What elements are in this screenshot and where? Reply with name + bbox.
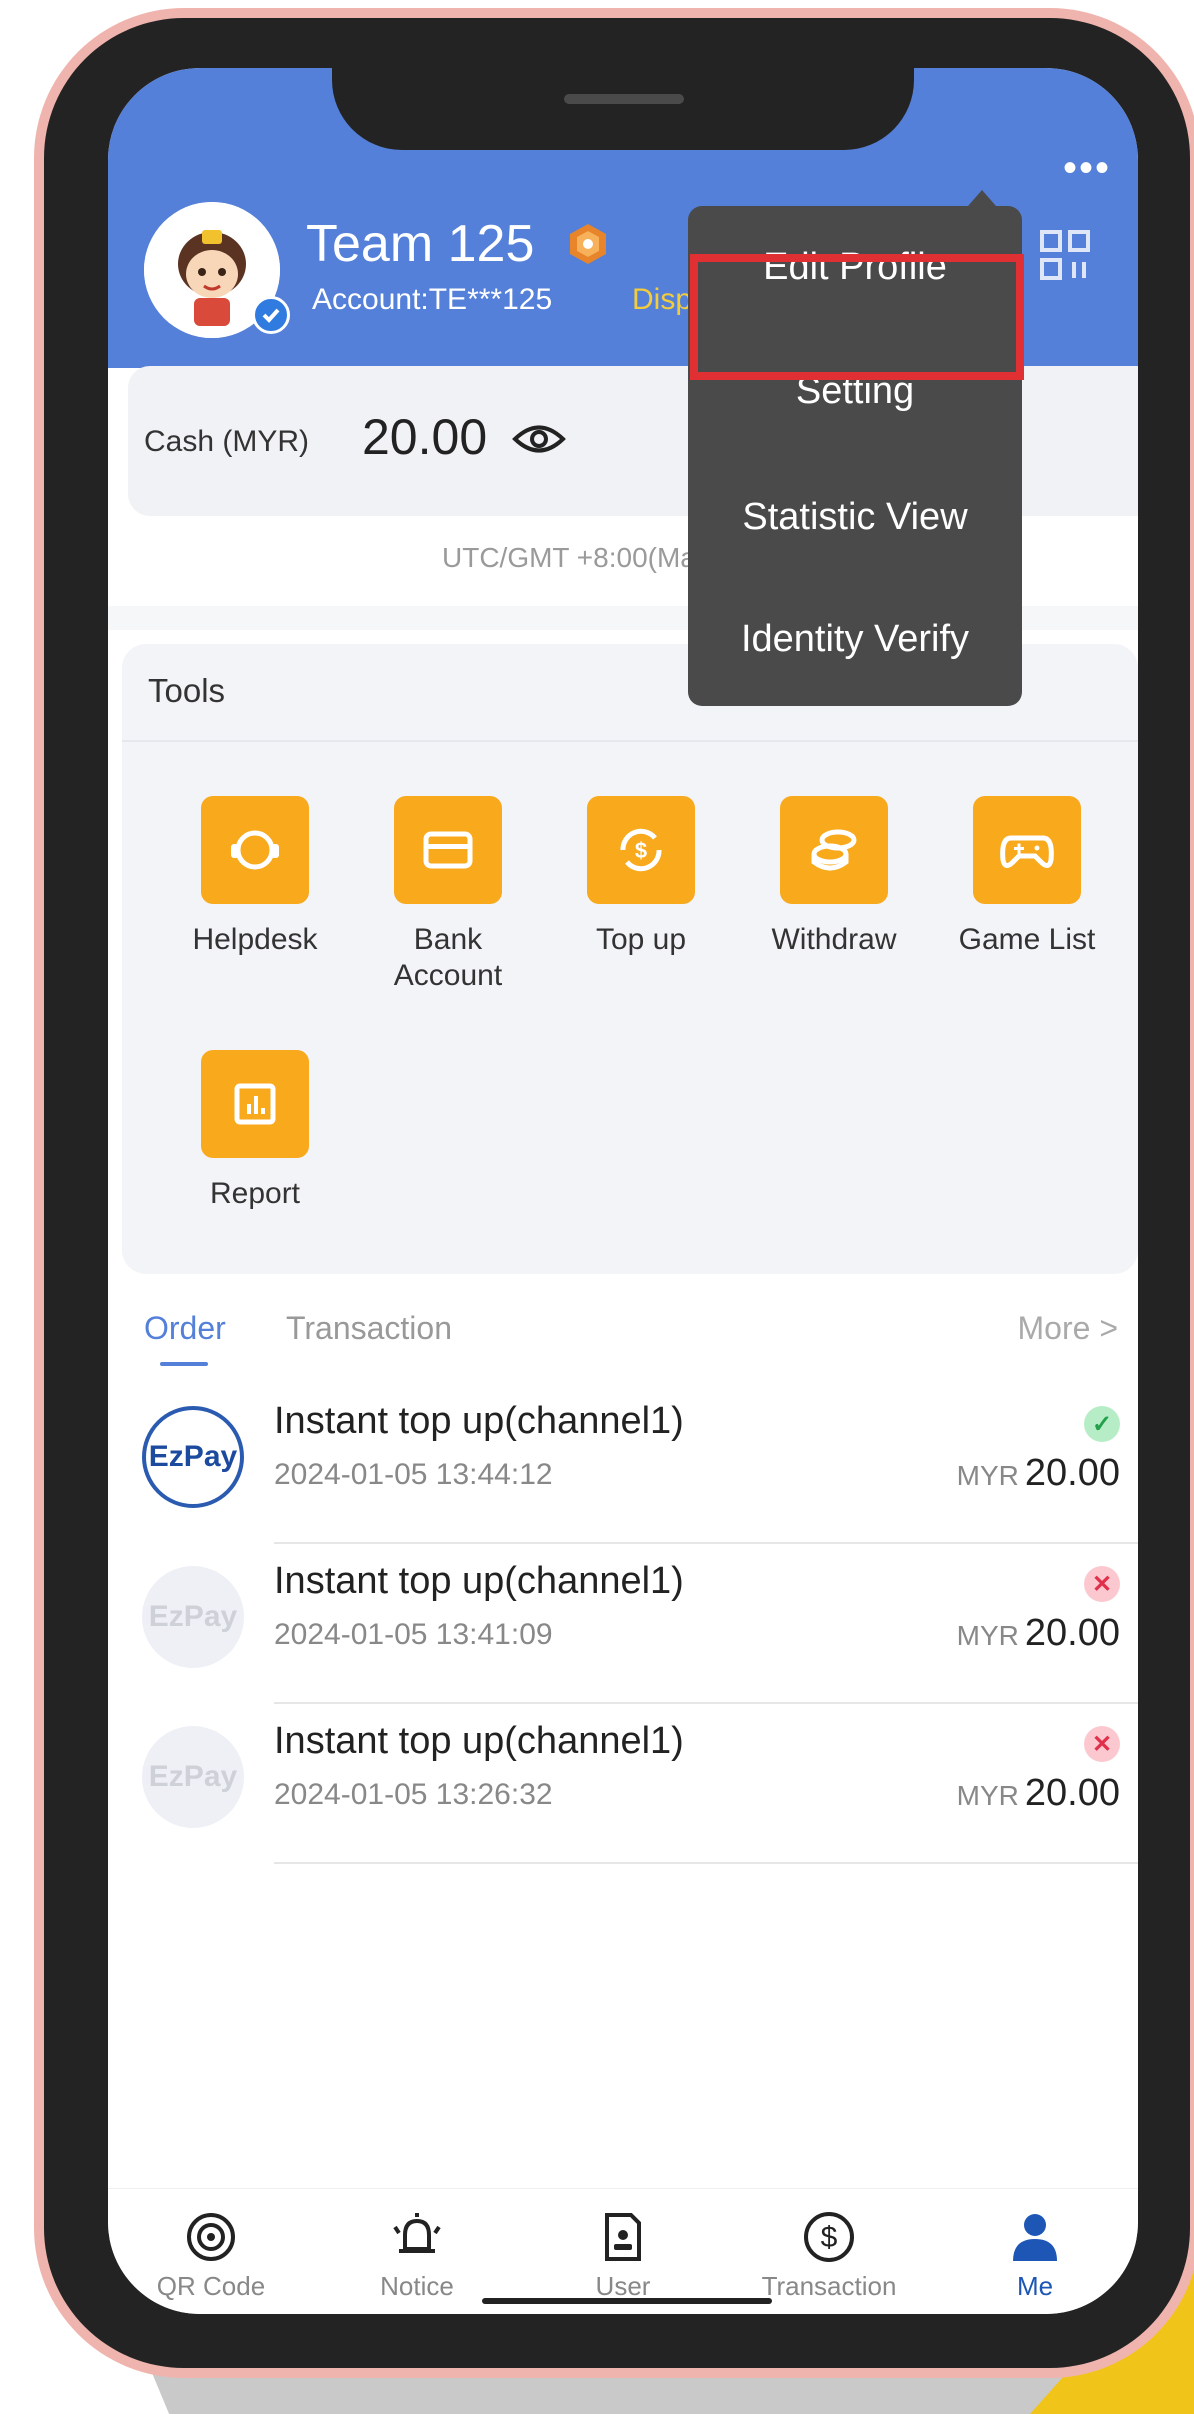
nav-transaction[interactable]: $ Transaction xyxy=(726,2209,932,2302)
account-id: Account:TE***125 xyxy=(312,283,553,316)
topup-icon: $ xyxy=(587,796,695,904)
bottom-nav: QR Code Notice User $ Transaction Me xyxy=(108,2188,1138,2314)
coins-icon xyxy=(780,796,888,904)
failed-x-icon: ✕ xyxy=(1084,1566,1120,1602)
order-currency: MYR xyxy=(956,1780,1019,1811)
verified-badge-icon xyxy=(252,296,290,334)
headset-icon xyxy=(201,796,309,904)
tool-game-list[interactable]: Game List xyxy=(932,796,1122,958)
list-item[interactable]: EzPay Instant top up(channel1) 2024-01-0… xyxy=(108,1544,1138,1704)
ezpay-logo: EzPay xyxy=(142,1406,244,1508)
user-card-icon xyxy=(595,2209,651,2265)
ezpay-logo: EzPay xyxy=(142,1726,244,1828)
order-value: 20.00 xyxy=(1024,1772,1120,1814)
tool-report[interactable]: Report xyxy=(160,1050,350,1212)
nav-user[interactable]: User xyxy=(520,2209,726,2302)
tools-title: Tools xyxy=(148,672,226,709)
menu-caret xyxy=(968,190,996,206)
highlight-box xyxy=(690,254,1024,380)
order-amount: MYR 20.00 xyxy=(957,1612,1120,1655)
tab-order[interactable]: Order xyxy=(144,1310,226,1347)
svg-text:$: $ xyxy=(635,838,647,863)
ezpay-logo: EzPay xyxy=(142,1566,244,1668)
order-amount: MYR 20.00 xyxy=(957,1452,1120,1495)
card-icon xyxy=(394,796,502,904)
nav-label: QR Code xyxy=(156,2271,266,2301)
eye-icon[interactable] xyxy=(512,422,566,456)
order-value: 20.00 xyxy=(1024,1452,1120,1494)
order-amount: MYR 20.00 xyxy=(957,1772,1120,1815)
list-item[interactable]: EzPay Instant top up(channel1) 2024-01-0… xyxy=(108,1384,1138,1544)
order-date: 2024-01-05 13:41:09 xyxy=(274,1618,553,1651)
person-icon xyxy=(1007,2209,1063,2265)
phone-notch xyxy=(332,68,914,150)
order-currency: MYR xyxy=(956,1620,1019,1651)
order-title: Instant top up(channel1) xyxy=(274,1400,684,1442)
more-link[interactable]: More > xyxy=(1018,1310,1118,1347)
tool-helpdesk[interactable]: Helpdesk xyxy=(160,796,350,958)
row-divider xyxy=(274,1862,1138,1864)
tool-label: Report xyxy=(209,1177,301,1210)
tool-withdraw[interactable]: Withdraw xyxy=(739,796,929,958)
tool-label: Top up xyxy=(595,923,687,956)
tool-label: Withdraw xyxy=(771,923,897,956)
balance-label: Cash (MYR) xyxy=(144,425,310,458)
order-tabs: Order Transaction More > xyxy=(108,1300,1138,1380)
order-date: 2024-01-05 13:44:12 xyxy=(274,1458,553,1491)
nav-me[interactable]: Me xyxy=(932,2209,1138,2302)
qr-code-icon xyxy=(183,2209,239,2265)
order-value: 20.00 xyxy=(1024,1612,1120,1654)
balance-amount: 20.00 xyxy=(362,409,488,465)
tool-label: Helpdesk xyxy=(192,923,318,956)
tool-bank-account[interactable]: Bank Account xyxy=(353,796,543,994)
order-title: Instant top up(channel1) xyxy=(274,1720,684,1762)
order-date: 2024-01-05 13:26:32 xyxy=(274,1778,553,1811)
tool-label: Bank Account xyxy=(393,923,503,992)
tab-transaction[interactable]: Transaction xyxy=(286,1310,452,1347)
failed-x-icon: ✕ xyxy=(1084,1726,1120,1762)
active-tab-indicator xyxy=(160,1362,208,1366)
qr-scan-icon[interactable] xyxy=(1038,228,1092,282)
list-item[interactable]: EzPay Instant top up(channel1) 2024-01-0… xyxy=(108,1704,1138,1864)
tool-label: Game List xyxy=(958,923,1096,956)
nav-label: Me xyxy=(1016,2271,1054,2301)
profile-name: Team 125 xyxy=(306,215,535,273)
nav-notice[interactable]: Notice xyxy=(314,2209,520,2302)
success-check-icon: ✓ xyxy=(1084,1406,1120,1442)
svg-text:$: $ xyxy=(821,2221,838,2254)
report-icon xyxy=(201,1050,309,1158)
menu-item-identity-verify[interactable]: Identity Verify xyxy=(688,578,1022,700)
level-badge-icon xyxy=(566,222,610,266)
gamepad-icon xyxy=(973,796,1081,904)
order-title: Instant top up(channel1) xyxy=(274,1560,684,1602)
tool-top-up[interactable]: $ Top up xyxy=(546,796,736,958)
menu-item-statistic-view[interactable]: Statistic View xyxy=(688,456,1022,578)
nav-qr-code[interactable]: QR Code xyxy=(108,2209,314,2302)
order-currency: MYR xyxy=(956,1460,1019,1491)
speaker-grille xyxy=(564,94,684,104)
bell-icon xyxy=(389,2209,445,2265)
dollar-icon: $ xyxy=(801,2209,857,2265)
more-options-icon[interactable]: ••• xyxy=(1062,148,1112,188)
home-indicator xyxy=(482,2298,772,2304)
tools-divider xyxy=(122,740,1138,742)
